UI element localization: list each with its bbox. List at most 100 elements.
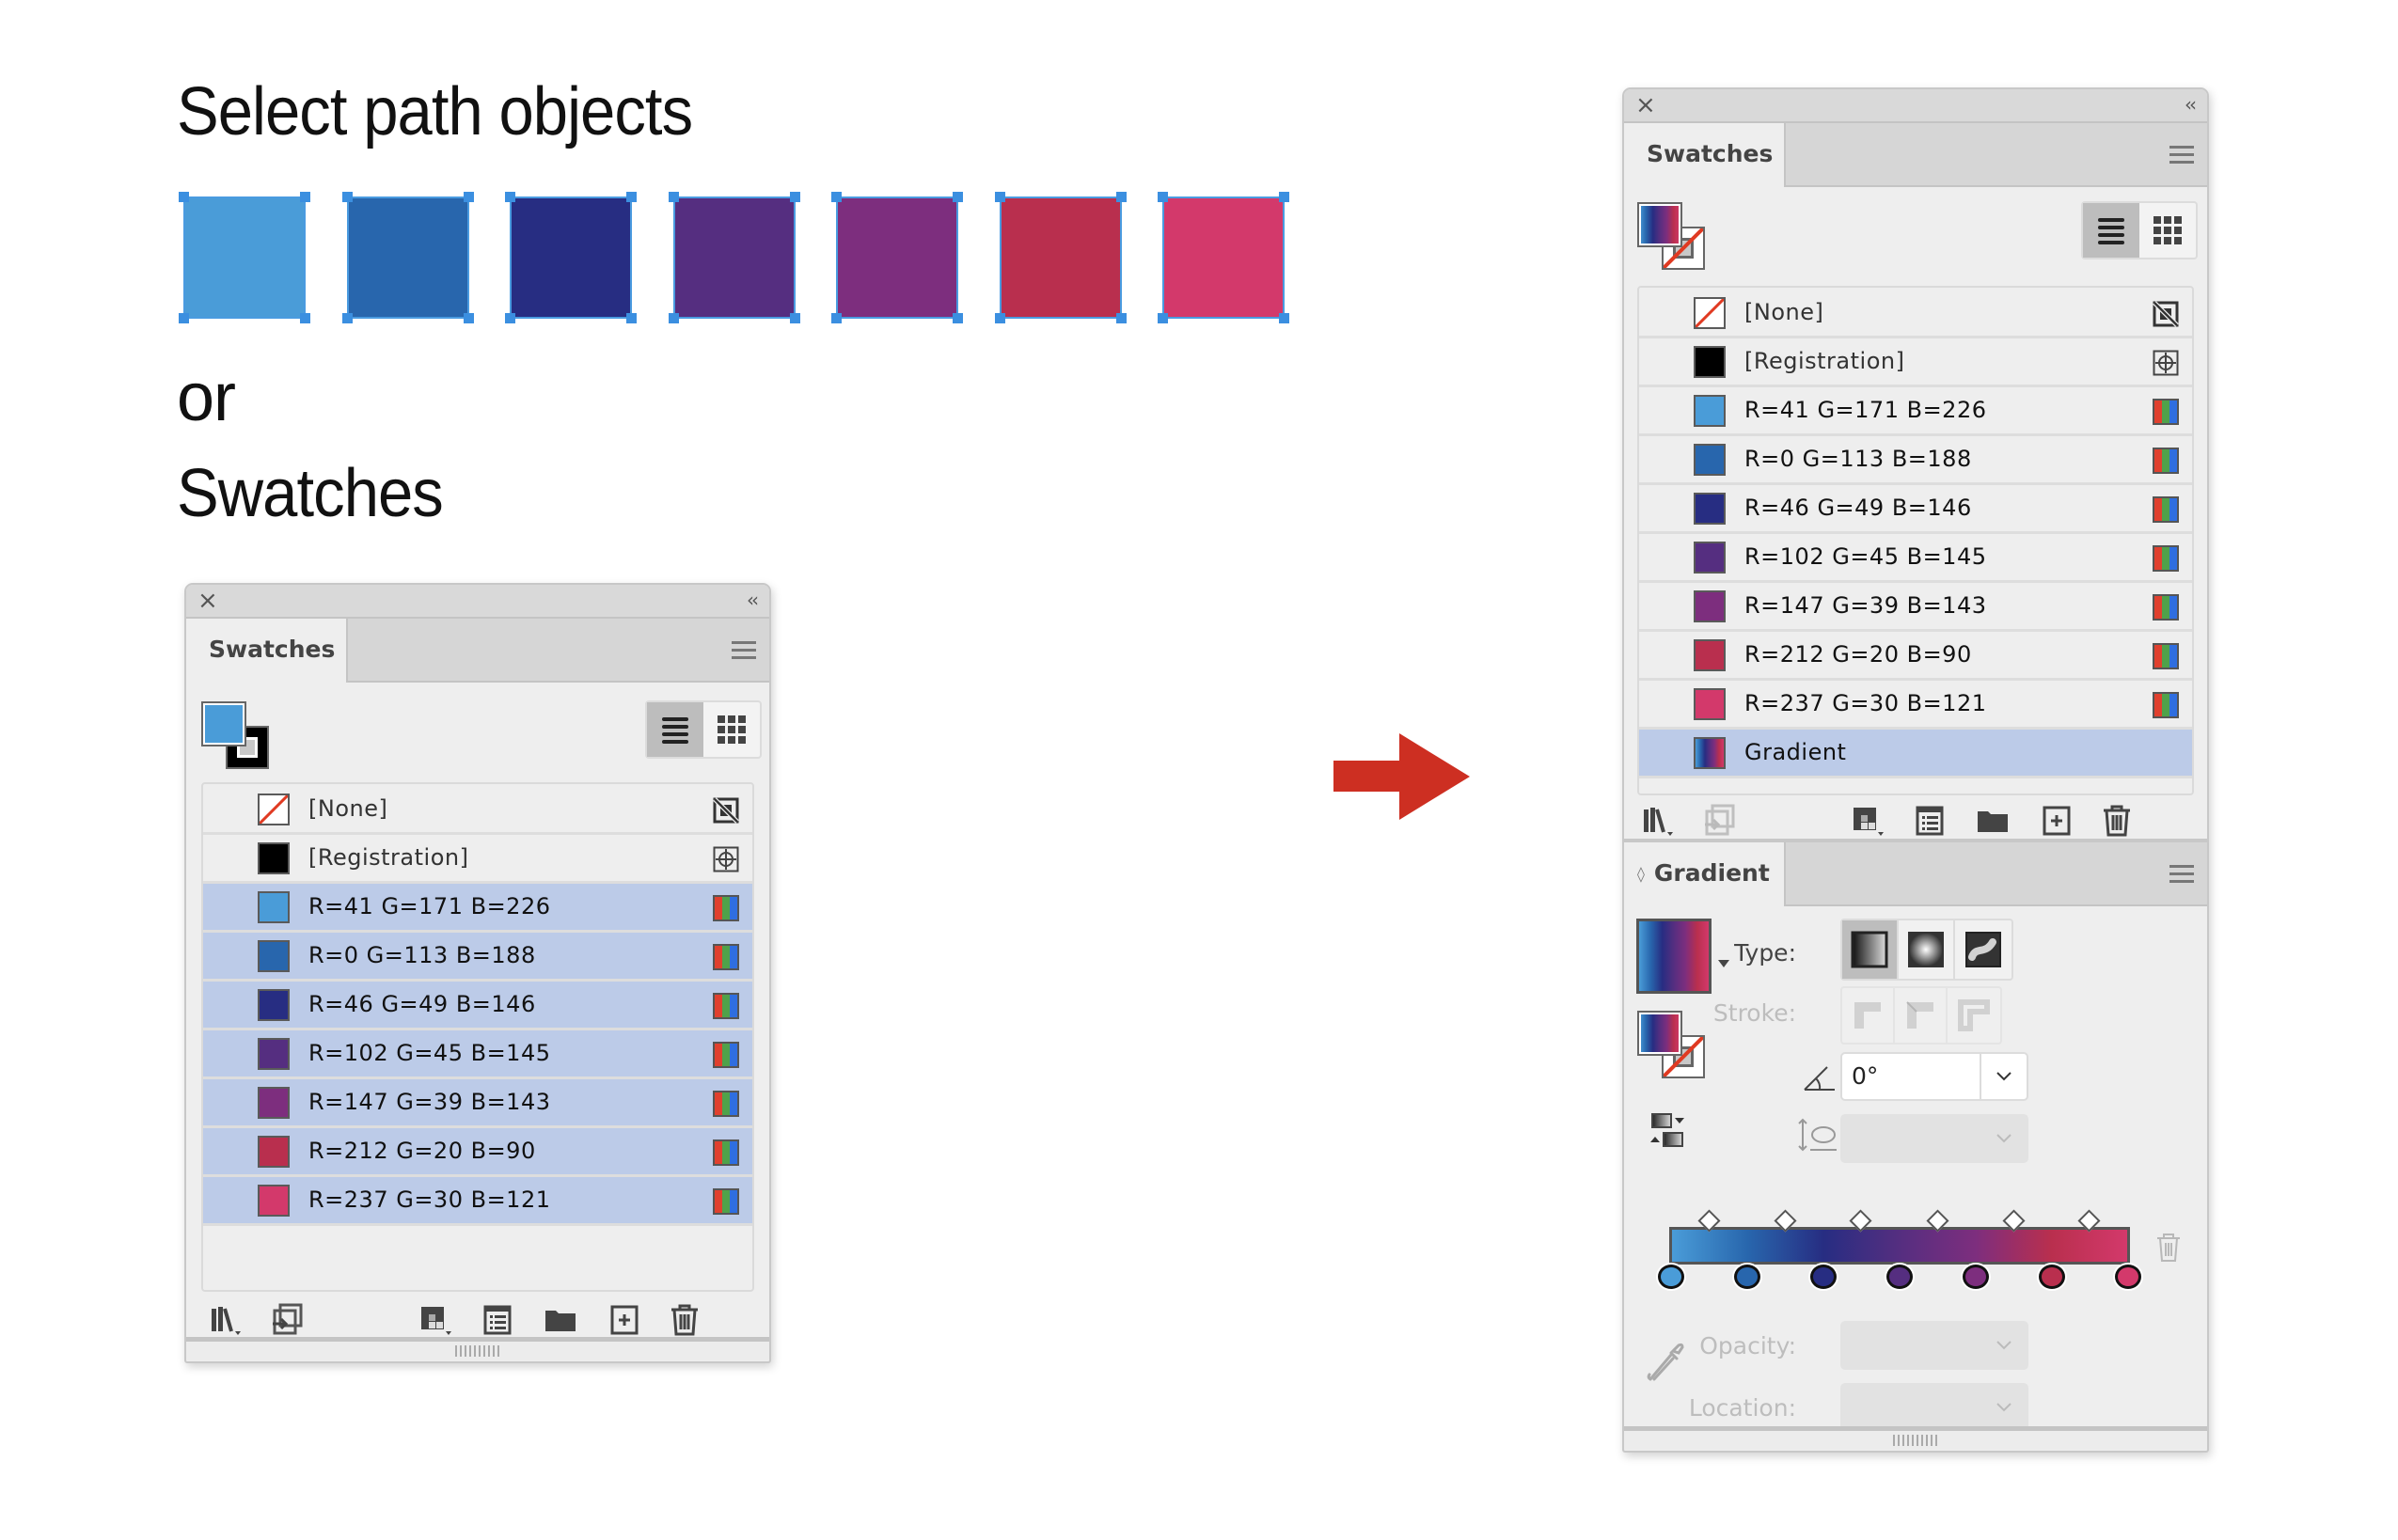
selection-handle[interactable] bbox=[463, 192, 474, 202]
swatch-row[interactable]: R=212 G=20 B=90 bbox=[1639, 632, 2192, 681]
swatch-row[interactable]: R=46 G=49 B=146 bbox=[203, 982, 752, 1030]
selection-handle[interactable] bbox=[626, 313, 637, 323]
swatch-row[interactable]: R=102 G=45 B=145 bbox=[203, 1030, 752, 1079]
gradient-dropdown-arrow-icon[interactable] bbox=[1718, 960, 1729, 967]
tab-swatches[interactable]: Swatches bbox=[186, 619, 348, 683]
new-color-group-folder-icon[interactable] bbox=[544, 1303, 577, 1337]
new-color-group-folder-icon[interactable] bbox=[1976, 804, 2010, 838]
panel-menu-icon[interactable] bbox=[2169, 146, 2194, 164]
selection-handle[interactable] bbox=[1115, 192, 1127, 202]
gradient-stop[interactable] bbox=[1658, 1265, 1684, 1289]
grid-view-button[interactable] bbox=[703, 702, 760, 757]
selection-handle[interactable] bbox=[179, 313, 189, 323]
selection-handle[interactable] bbox=[505, 192, 515, 202]
fill-swatch-gradient[interactable] bbox=[1637, 202, 1682, 247]
path-object[interactable] bbox=[179, 192, 310, 323]
delete-swatch-icon[interactable] bbox=[668, 1303, 702, 1337]
swatch-options-icon[interactable] bbox=[1914, 804, 1948, 838]
show-swatch-kinds-icon[interactable] bbox=[419, 1303, 453, 1337]
swatch-row[interactable]: R=212 G=20 B=90 bbox=[203, 1128, 752, 1177]
selection-handle[interactable] bbox=[789, 192, 800, 202]
swatch-row[interactable]: [None] bbox=[203, 786, 752, 835]
selection-handle[interactable] bbox=[953, 313, 963, 323]
selection-handle[interactable] bbox=[994, 192, 1005, 202]
swatch-row[interactable]: [None] bbox=[1639, 290, 2192, 338]
close-icon[interactable]: × bbox=[197, 587, 218, 615]
path-object[interactable] bbox=[668, 192, 800, 323]
angle-value[interactable]: 0° bbox=[1852, 1054, 1878, 1099]
gradient-fill-stroke-indicator[interactable] bbox=[1637, 1011, 1712, 1086]
selection-handle[interactable] bbox=[341, 313, 353, 323]
list-view-button[interactable] bbox=[2083, 203, 2139, 258]
show-swatch-kinds-icon[interactable] bbox=[1852, 804, 1885, 838]
grid-view-button[interactable] bbox=[2139, 203, 2196, 258]
selection-handle[interactable] bbox=[300, 192, 310, 202]
opacity-field[interactable] bbox=[1840, 1321, 2028, 1370]
selection-handle[interactable] bbox=[953, 192, 963, 202]
gradient-stop[interactable] bbox=[1734, 1265, 1761, 1289]
new-swatch-icon[interactable] bbox=[607, 1303, 641, 1337]
freeform-gradient-button[interactable] bbox=[1955, 920, 2011, 979]
swatch-row[interactable]: R=0 G=113 B=188 bbox=[1639, 436, 2192, 485]
swatch-row[interactable]: [Registration] bbox=[203, 835, 752, 884]
linear-gradient-button[interactable] bbox=[1842, 920, 1899, 979]
expand-collapse-icon[interactable]: ◊ bbox=[1637, 865, 1645, 883]
chevron-down-icon[interactable] bbox=[1981, 1323, 2027, 1368]
swatch-row[interactable]: R=46 G=49 B=146 bbox=[1639, 485, 2192, 534]
fill-stroke-indicator[interactable] bbox=[1637, 202, 1712, 277]
selection-handle[interactable] bbox=[626, 192, 637, 202]
selection-handle[interactable] bbox=[179, 192, 189, 202]
selection-handle[interactable] bbox=[505, 313, 515, 323]
selection-handle[interactable] bbox=[1279, 192, 1289, 202]
list-view-button[interactable] bbox=[647, 702, 703, 757]
tab-gradient[interactable]: ◊ Gradient bbox=[1624, 842, 1786, 906]
gradient-stop[interactable] bbox=[1809, 1265, 1837, 1289]
new-swatch-icon[interactable] bbox=[2040, 804, 2074, 838]
selection-handle[interactable] bbox=[994, 313, 1005, 323]
selection-handle[interactable] bbox=[1115, 313, 1127, 323]
chevron-down-icon[interactable] bbox=[1981, 1385, 2027, 1430]
aspect-ratio-field[interactable] bbox=[1840, 1114, 2028, 1163]
selection-handle[interactable] bbox=[789, 313, 800, 323]
delete-swatch-icon[interactable] bbox=[2100, 804, 2134, 838]
path-object[interactable] bbox=[831, 192, 963, 323]
radial-gradient-button[interactable] bbox=[1899, 920, 1955, 979]
swatch-row[interactable]: R=237 G=30 B=121 bbox=[1639, 681, 2192, 730]
path-object[interactable] bbox=[341, 192, 474, 323]
selection-handle[interactable] bbox=[1158, 313, 1168, 323]
location-field[interactable] bbox=[1840, 1383, 2028, 1432]
collapse-icon[interactable]: ‹‹ bbox=[747, 589, 759, 611]
swatch-row[interactable]: R=41 G=171 B=226 bbox=[203, 884, 752, 933]
fill-stroke-indicator[interactable] bbox=[201, 701, 276, 777]
gradient-stop[interactable] bbox=[1886, 1265, 1913, 1289]
chevron-down-icon[interactable] bbox=[1981, 1116, 2027, 1161]
stroke-within-button[interactable] bbox=[1842, 988, 1895, 1043]
stroke-along-button[interactable] bbox=[1895, 988, 1948, 1043]
swatch-libraries-icon[interactable] bbox=[209, 1303, 243, 1337]
swatch-row[interactable]: Gradient bbox=[1639, 730, 2192, 778]
resize-grip[interactable] bbox=[1624, 1426, 2207, 1450]
selection-handle[interactable] bbox=[1158, 192, 1168, 202]
swatch-row[interactable]: R=147 G=39 B=143 bbox=[203, 1079, 752, 1128]
swatch-row[interactable]: R=0 G=113 B=188 bbox=[203, 933, 752, 982]
fill-swatch[interactable] bbox=[201, 701, 246, 746]
path-object[interactable] bbox=[1158, 192, 1289, 323]
gradient-stop[interactable] bbox=[2115, 1265, 2141, 1289]
swatch-row[interactable]: R=147 G=39 B=143 bbox=[1639, 583, 2192, 632]
angle-field[interactable]: 0° bbox=[1840, 1052, 2028, 1101]
reverse-gradient-icon[interactable] bbox=[1649, 1112, 1690, 1150]
swatch-row[interactable]: [Registration] bbox=[1639, 338, 2192, 387]
selection-handle[interactable] bbox=[831, 192, 842, 202]
chevron-down-icon[interactable] bbox=[1980, 1054, 2027, 1099]
panel-titlebar[interactable]: × ‹‹ bbox=[186, 585, 769, 619]
gradient-stop[interactable] bbox=[1963, 1265, 1990, 1289]
swatch-libraries-icon[interactable] bbox=[1641, 804, 1675, 838]
resize-grip[interactable] bbox=[186, 1337, 769, 1360]
path-object[interactable] bbox=[994, 192, 1127, 323]
swatch-row[interactable]: R=41 G=171 B=226 bbox=[1639, 387, 2192, 436]
selection-handle[interactable] bbox=[668, 192, 679, 202]
delete-stop-icon[interactable] bbox=[2155, 1233, 2182, 1263]
gradient-ramp-swatch[interactable] bbox=[1636, 919, 1712, 994]
gradient-stop[interactable] bbox=[2038, 1265, 2065, 1289]
collapse-icon[interactable]: ‹‹ bbox=[2185, 93, 2197, 116]
